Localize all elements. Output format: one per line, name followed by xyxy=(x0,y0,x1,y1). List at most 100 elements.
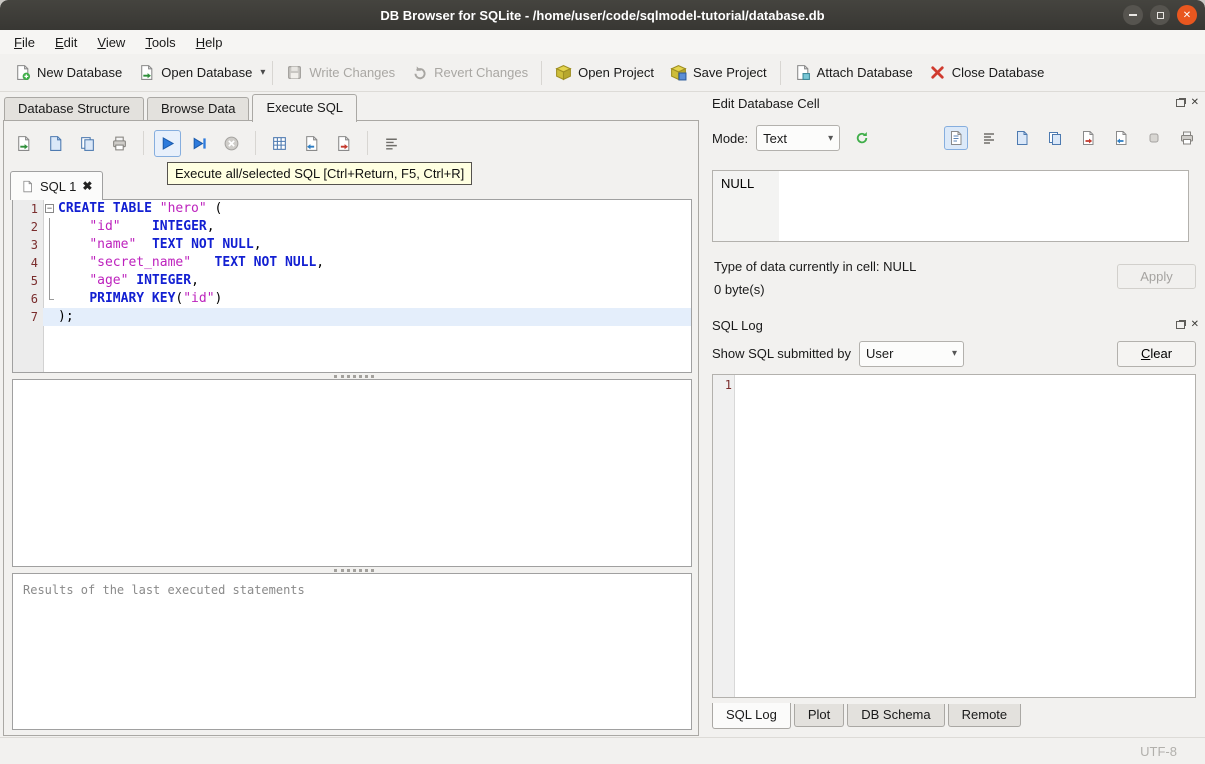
sql-log-view[interactable]: 1 xyxy=(712,374,1196,698)
close-database-button[interactable]: Close Database xyxy=(921,59,1053,86)
word-wrap-button[interactable] xyxy=(977,126,1001,150)
menu-bar: File Edit View Tools Help xyxy=(0,30,1205,54)
write-changes-icon xyxy=(286,64,303,81)
tab-browse-data[interactable]: Browse Data xyxy=(147,97,250,121)
import-cell-button[interactable] xyxy=(1109,126,1133,150)
format-sql-button[interactable] xyxy=(378,130,405,157)
minimize-button[interactable] xyxy=(1123,5,1143,25)
print-cell-button[interactable] xyxy=(1175,126,1199,150)
export-cell-button[interactable] xyxy=(1076,126,1100,150)
dock-close-icon[interactable]: ✕ xyxy=(1191,98,1199,108)
code-line[interactable]: 4 "secret_name" TEXT NOT NULL, xyxy=(13,254,691,272)
encoding-indicator[interactable]: UTF-8 xyxy=(1140,744,1177,759)
dock-tab-plot[interactable]: Plot xyxy=(793,704,845,727)
cell-mode-row: Mode: Text ▾ xyxy=(712,124,1199,152)
splitter-handle[interactable] xyxy=(334,375,374,378)
open-database-label: Open Database xyxy=(161,65,253,80)
main-toolbar: New Database Open Database ▾ Write Chang… xyxy=(0,54,1205,92)
cell-edit-icons xyxy=(944,126,1199,150)
sql-tab-close-icon[interactable]: ✖ xyxy=(82,179,92,193)
results-grid[interactable] xyxy=(12,379,692,567)
write-changes-button[interactable]: Write Changes xyxy=(278,59,403,86)
dock-tab-sql-log[interactable]: SQL Log xyxy=(712,703,791,729)
open-database-button[interactable]: Open Database xyxy=(130,59,260,86)
toolbar-separator xyxy=(255,131,256,155)
stop-execution-button[interactable] xyxy=(218,130,245,157)
open-in-editor-button[interactable] xyxy=(1010,126,1034,150)
title-bar[interactable]: DB Browser for SQLite - /home/user/code/… xyxy=(0,0,1205,30)
tab-execute-sql[interactable]: Execute SQL xyxy=(252,94,358,122)
copy-icon xyxy=(1047,130,1063,146)
maximize-button[interactable] xyxy=(1150,5,1170,25)
dock-close-icon[interactable]: ✕ xyxy=(1191,320,1199,330)
toolbar-separator xyxy=(779,60,781,85)
revert-changes-icon xyxy=(411,64,428,81)
line-number: 4 xyxy=(30,256,38,270)
open-database-dropdown-arrow[interactable]: ▾ xyxy=(258,63,267,82)
menu-view[interactable]: View xyxy=(87,32,135,53)
code-text: "secret_name" TEXT NOT NULL, xyxy=(89,255,325,270)
code-line[interactable]: 3 "name" TEXT NOT NULL, xyxy=(13,236,691,254)
set-null-button[interactable] xyxy=(1142,126,1166,150)
code-line[interactable]: 1− CREATE TABLE "hero" ( xyxy=(13,200,691,218)
splitter-handle[interactable] xyxy=(334,569,374,572)
dock-tab-remote[interactable]: Remote xyxy=(947,704,1022,727)
copy-cell-button[interactable] xyxy=(1043,126,1067,150)
minimize-icon xyxy=(1129,14,1137,16)
code-line[interactable]: 7); xyxy=(13,308,691,326)
save-project-button[interactable]: Save Project xyxy=(662,59,775,86)
menu-edit[interactable]: Edit xyxy=(45,32,87,53)
close-button[interactable]: ✕ xyxy=(1177,5,1197,25)
import-sql-button[interactable] xyxy=(298,130,325,157)
line-number: 5 xyxy=(30,274,38,288)
sql-1-tab[interactable]: SQL 1 ✖ xyxy=(10,171,104,200)
text-mode-button[interactable] xyxy=(944,126,968,150)
open-database-icon xyxy=(138,64,155,81)
execute-all-button[interactable] xyxy=(154,129,181,157)
menu-file[interactable]: File xyxy=(4,32,45,53)
results-message-pane[interactable]: Results of the last executed statements xyxy=(12,573,692,730)
toolbar-separator xyxy=(367,131,368,155)
attach-database-button[interactable]: Attach Database xyxy=(786,59,921,86)
save-results-button[interactable] xyxy=(266,130,293,157)
sql-code-editor[interactable]: 1− CREATE TABLE "hero" (2 "id" INTEGER, 3 … xyxy=(12,199,692,373)
tab-database-structure[interactable]: Database Structure xyxy=(4,97,145,121)
format-sql-icon xyxy=(383,135,400,152)
find-replace-button[interactable] xyxy=(330,130,357,157)
menu-tools[interactable]: Tools xyxy=(135,32,185,53)
fold-collapse-icon[interactable]: − xyxy=(45,204,54,213)
log-filter-combobox[interactable]: User ▾ xyxy=(858,340,964,367)
clear-log-button[interactable]: Clear xyxy=(1117,341,1196,367)
cell-type-info: Type of data currently in cell: NULL xyxy=(714,259,917,274)
open-sql-file-button[interactable] xyxy=(10,130,37,157)
cell-value-editor[interactable]: NULL xyxy=(712,170,1189,242)
open-project-button[interactable]: Open Project xyxy=(547,59,662,86)
code-line[interactable]: 6 PRIMARY KEY("id") xyxy=(13,290,691,308)
set-null-icon xyxy=(1146,130,1162,146)
app-window: DB Browser for SQLite - /home/user/code/… xyxy=(0,0,1205,764)
save-sql-file-button[interactable] xyxy=(42,130,69,157)
new-database-button[interactable]: New Database xyxy=(6,59,130,86)
print-sql-button[interactable] xyxy=(106,130,133,157)
dock-tab-db-schema[interactable]: DB Schema xyxy=(847,704,945,727)
save-sql-file-as-button[interactable] xyxy=(74,130,101,157)
code-line[interactable]: 5 "age" INTEGER, xyxy=(13,272,691,290)
dock-float-icon[interactable] xyxy=(1175,321,1185,329)
menu-help[interactable]: Help xyxy=(186,32,233,53)
save-project-icon xyxy=(670,64,687,81)
execute-current-line-button[interactable] xyxy=(186,130,213,157)
auto-mode-button[interactable] xyxy=(850,126,874,150)
dock-float-icon[interactable] xyxy=(1175,99,1185,107)
code-text: "age" INTEGER, xyxy=(89,273,199,288)
right-pane: Edit Database Cell ✕ Mode: Text ▾ NULL T… xyxy=(706,92,1205,737)
mode-combobox[interactable]: Text ▾ xyxy=(756,125,841,151)
attach-database-icon xyxy=(794,64,811,81)
code-line[interactable]: 2 "id" INTEGER, xyxy=(13,218,691,236)
apply-button[interactable]: Apply xyxy=(1117,264,1196,289)
save-sql-file-as-icon xyxy=(79,135,96,152)
auto-mode-icon xyxy=(854,130,870,146)
code-text: ); xyxy=(56,308,691,326)
fold-marker[interactable]: − xyxy=(43,200,56,218)
open-project-label: Open Project xyxy=(578,65,654,80)
revert-changes-button[interactable]: Revert Changes xyxy=(403,59,536,86)
